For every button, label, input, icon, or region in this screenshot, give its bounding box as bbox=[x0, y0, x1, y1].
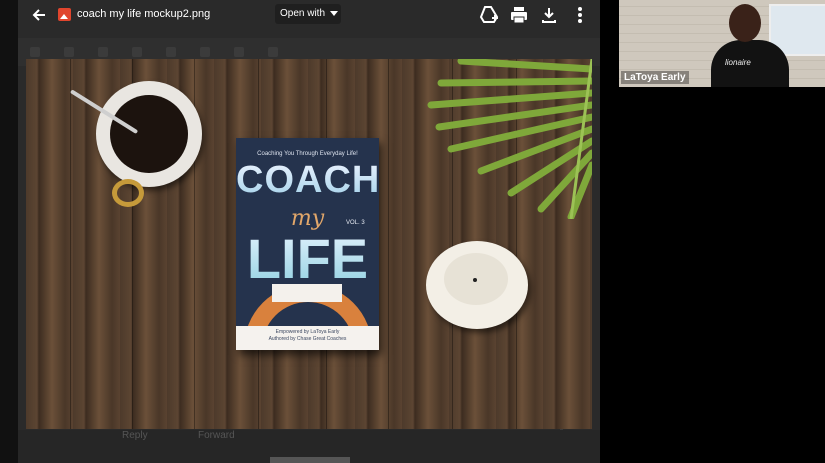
open-with-label: Open with bbox=[280, 8, 326, 19]
life-ring-band bbox=[272, 284, 342, 302]
back-arrow-icon bbox=[32, 9, 45, 21]
book-credit-line1: Empowered by LaToya Early bbox=[275, 329, 340, 335]
book-title-life: LIFE bbox=[236, 226, 379, 291]
open-with-button[interactable]: Open with bbox=[275, 4, 341, 24]
shirt-text: lionaire bbox=[725, 58, 751, 67]
coffee-mug-illustration bbox=[96, 81, 202, 207]
more-options-button[interactable] bbox=[569, 4, 591, 26]
book-title-coach: COACH bbox=[236, 159, 379, 201]
image-viewer-toolbar: coach my life mockup2.png Open with bbox=[18, 0, 600, 30]
dimmed-reply-label: Reply bbox=[122, 430, 148, 441]
image-preview: Coaching You Through Everyday Life! COAC… bbox=[26, 59, 592, 429]
more-vert-icon bbox=[578, 7, 582, 23]
drive-add-icon bbox=[479, 6, 499, 23]
dimmed-forward-label: Forward bbox=[198, 430, 235, 441]
back-button[interactable] bbox=[28, 4, 50, 26]
book-tagline: Coaching You Through Everyday Life! bbox=[257, 151, 358, 157]
dimmed-background-footer: Reply Forward bbox=[18, 430, 600, 463]
book-cover: Coaching You Through Everyday Life! COAC… bbox=[236, 138, 379, 350]
palm-leaf-illustration bbox=[427, 59, 592, 219]
download-icon bbox=[542, 8, 556, 23]
candle-illustration bbox=[426, 241, 528, 329]
print-icon bbox=[511, 7, 527, 24]
chevron-down-icon bbox=[330, 11, 338, 16]
participant-video: lionaire bbox=[711, 0, 789, 87]
book-credit-line2: Authored by Chase Great Coaches bbox=[268, 336, 347, 342]
shared-screen: Reply Forward coach my life mockup2.png … bbox=[0, 0, 600, 463]
participant-name: LaToya Early bbox=[621, 71, 689, 84]
dimmed-bar bbox=[270, 457, 350, 463]
image-file-icon bbox=[58, 8, 71, 21]
participant-video-tile[interactable]: lionaire LaToya Early bbox=[619, 0, 825, 87]
download-button[interactable] bbox=[538, 4, 560, 26]
print-button[interactable] bbox=[508, 4, 530, 26]
add-to-drive-button[interactable] bbox=[478, 4, 500, 26]
file-name: coach my life mockup2.png bbox=[77, 8, 211, 20]
screen-left-gutter bbox=[0, 0, 18, 463]
